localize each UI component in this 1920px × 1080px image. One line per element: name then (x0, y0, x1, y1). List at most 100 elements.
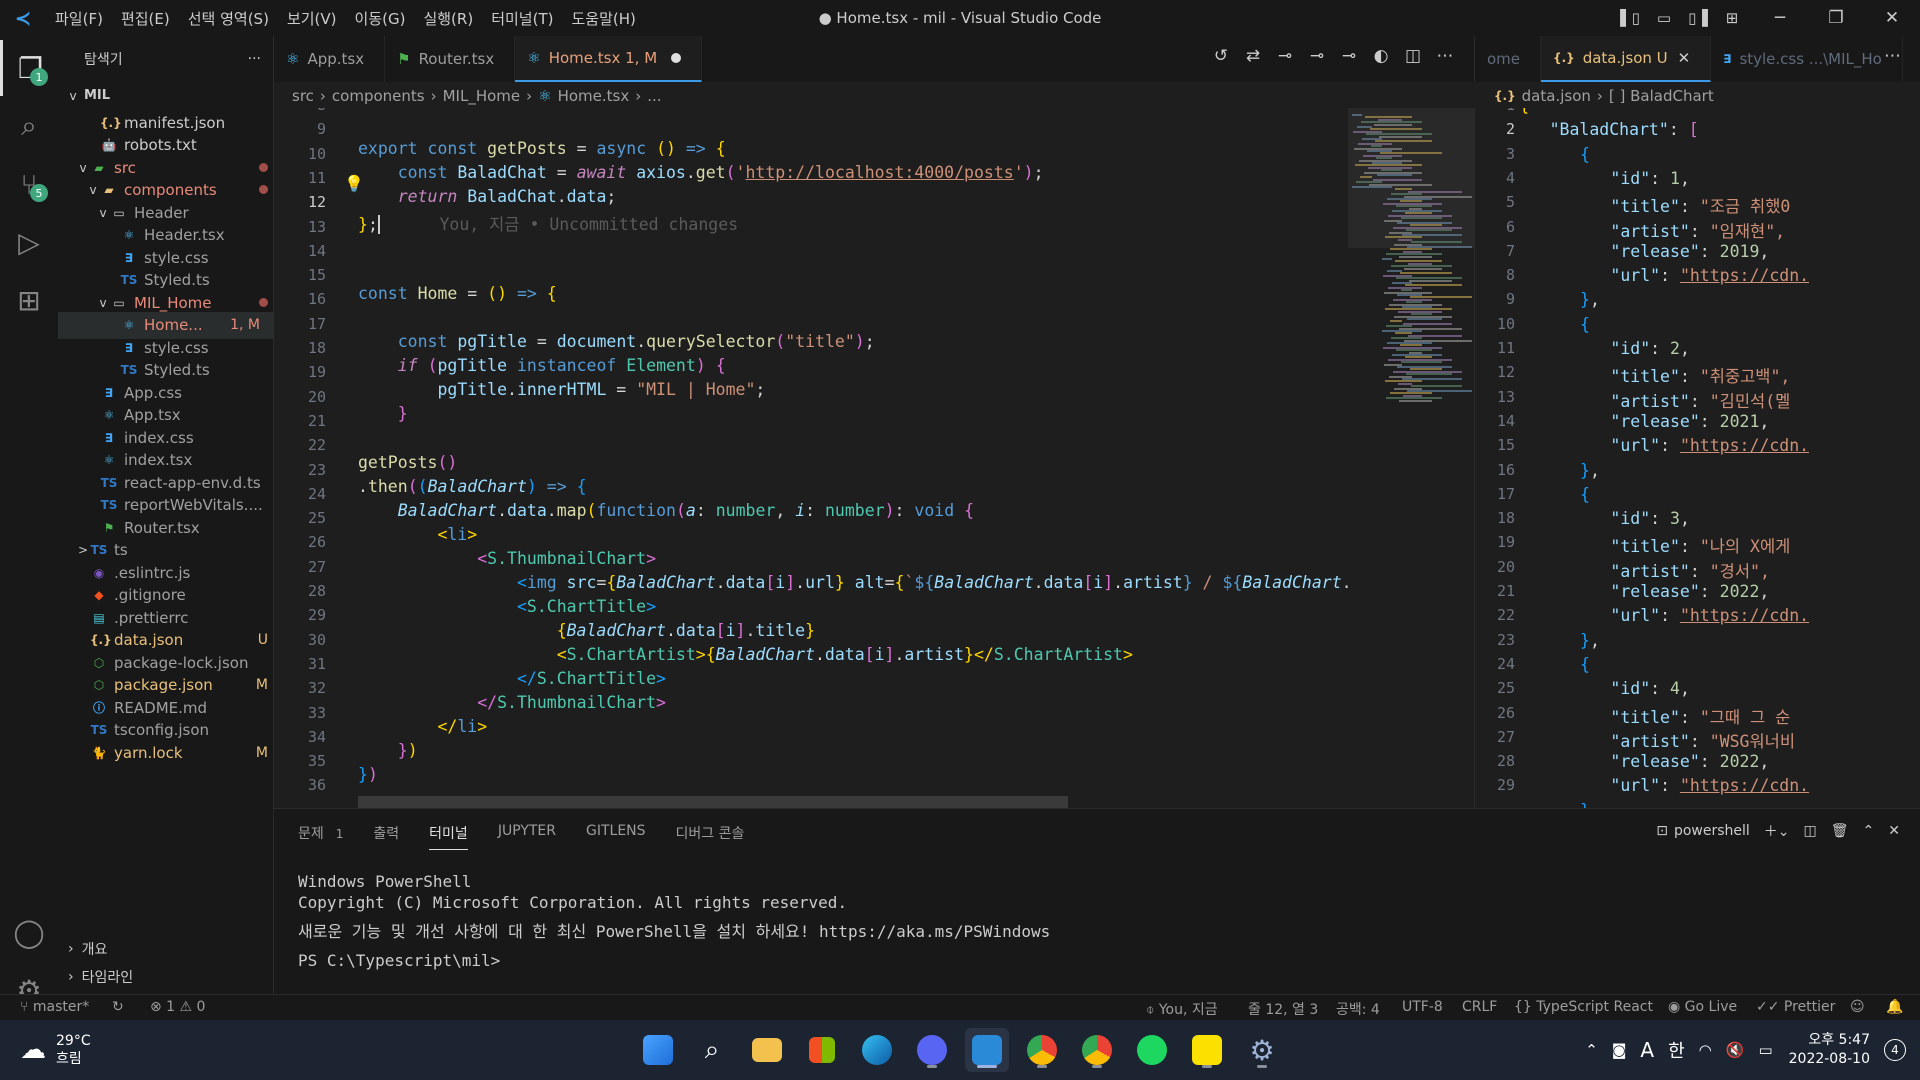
toggle-sidebar-icon[interactable]: ▌▯ (1616, 8, 1644, 28)
horizontal-scrollbar[interactable] (358, 796, 1068, 808)
settings-app-icon[interactable]: ⚙ (1240, 1028, 1284, 1072)
git-commit-icon[interactable]: ⊸ (1269, 46, 1301, 66)
weather-widget[interactable]: ☁ 29°C 흐림 (20, 1032, 91, 1068)
menu-item[interactable]: 이동(G) (346, 8, 415, 29)
more-actions-icon[interactable]: ··· (248, 51, 261, 67)
discord-tray-icon[interactable]: ◙ (1612, 1041, 1627, 1059)
panel-tab[interactable]: JUPYTER (498, 823, 556, 850)
close-icon[interactable]: ✕ (1678, 49, 1691, 67)
breadcrumb-item[interactable]: components (332, 87, 425, 105)
split-terminal-icon[interactable]: ◫ (1804, 823, 1817, 839)
menu-item[interactable]: 파일(F) (46, 8, 112, 29)
gitlens-icon[interactable]: ◐ (1365, 46, 1397, 66)
outline-section[interactable]: › 개요 (58, 936, 274, 962)
notifications-bell-icon[interactable]: 🔔 (1886, 999, 1903, 1015)
run-debug-icon[interactable]: ▷ (0, 214, 58, 270)
problems-indicator[interactable]: ⊗ 1 ⚠ 0 (150, 999, 205, 1015)
breadcrumb-item[interactable]: Home.tsx (558, 87, 630, 105)
spotify-icon[interactable] (1130, 1028, 1174, 1072)
close-window-button[interactable]: ✕ (1864, 0, 1920, 36)
maximize-panel-icon[interactable]: ⌃ (1863, 823, 1875, 839)
git-blame-status[interactable]: ⌽ You, 지금 (1146, 999, 1218, 1019)
menu-item[interactable]: 보기(V) (278, 8, 346, 29)
account-icon[interactable]: ◯ (0, 904, 58, 960)
chrome-icon[interactable] (1020, 1028, 1064, 1072)
kakaotalk-icon[interactable] (1185, 1028, 1229, 1072)
new-terminal-icon[interactable]: ＋⌄ (1764, 821, 1790, 841)
file-explorer-icon[interactable] (745, 1028, 789, 1072)
extensions-icon[interactable]: ⊞ (0, 272, 58, 328)
chevron-up-icon[interactable]: ⌃ (1585, 1041, 1598, 1059)
git-previous-icon[interactable]: ⊸ (1301, 46, 1333, 66)
chrome-profile-icon[interactable] (1075, 1028, 1119, 1072)
tab-app-tsx[interactable]: ⚛ App.tsx (274, 36, 386, 82)
notification-count[interactable]: 4 (1884, 1039, 1906, 1061)
battery-icon[interactable]: ▭ (1758, 1041, 1772, 1059)
git-next-icon[interactable]: ⊸ (1333, 46, 1365, 66)
wifi-icon[interactable]: ◠ (1699, 1041, 1712, 1059)
lightbulb-icon[interactable]: 💡 (344, 174, 364, 193)
line-ending[interactable]: CRLF (1462, 999, 1497, 1015)
minimap-slider[interactable] (1348, 108, 1474, 248)
breadcrumb-item[interactable]: data.json (1522, 87, 1591, 105)
panel-tab[interactable]: GITLENS (586, 823, 646, 850)
menu-item[interactable]: 편집(E) (112, 8, 179, 29)
panel-tab[interactable]: 터미널 (429, 823, 468, 850)
go-live-button[interactable]: ◉ Go Live (1668, 999, 1737, 1015)
start-button[interactable] (636, 1028, 680, 1072)
language-mode[interactable]: {} TypeScript React (1514, 999, 1653, 1015)
more-actions-icon[interactable]: ⋯ (1884, 46, 1901, 66)
panel-tab[interactable]: 출력 (373, 823, 399, 850)
breadcrumb-item[interactable]: MIL_Home (443, 87, 521, 105)
sync-icon[interactable]: ↻ (112, 999, 124, 1015)
shell-name[interactable]: powershell (1674, 823, 1750, 839)
restore-button[interactable]: ❐ (1808, 0, 1864, 36)
minimize-button[interactable]: ─ (1752, 0, 1808, 36)
discord-icon[interactable] (910, 1028, 954, 1072)
breadcrumb-item[interactable]: ... (647, 87, 661, 105)
menu-item[interactable]: 도움말(H) (562, 8, 644, 29)
toggle-panel-icon[interactable]: ▭ (1650, 8, 1678, 28)
menu-item[interactable]: 실행(R) (414, 8, 482, 29)
menu-item[interactable]: 터미널(T) (482, 8, 562, 29)
ime-mode[interactable]: A (1640, 1038, 1654, 1062)
panel-tab[interactable]: 문제 1 (298, 823, 343, 850)
edge-browser-icon[interactable] (855, 1028, 899, 1072)
indentation[interactable]: 공백: 4 (1336, 999, 1380, 1019)
code-editor[interactable]: 8 9 10 11 12 13 14 15 16 17 18 19 20 21 22 23 24 25 26 27 28… (274, 108, 1474, 808)
tab-home-tsx[interactable]: ⚛ Home.tsx 1, M (515, 36, 703, 82)
customize-layout-icon[interactable]: ⊞ (1718, 8, 1746, 28)
json-editor[interactable]: 1234567891011121314151617181920212223242… (1474, 108, 1920, 808)
compare-changes-icon[interactable]: ⇄ (1237, 46, 1269, 66)
search-icon[interactable]: ⌕ (0, 98, 58, 154)
more-actions-icon[interactable]: ⋯ (1429, 46, 1461, 66)
clock[interactable]: 오후 5:47 2022-08-10 (1789, 1031, 1870, 1069)
menu-item[interactable]: 선택 영역(S) (179, 8, 278, 29)
unsaved-dot-icon[interactable] (671, 53, 682, 63)
breadcrumb-item[interactable]: src (292, 87, 314, 105)
prettier-status[interactable]: ✓✓ Prettier (1756, 999, 1835, 1015)
tree-item[interactable]: 🐈 yarn.lock M (58, 739, 274, 766)
tab2-item[interactable]: {.} data.json U ✕ (1541, 36, 1712, 82)
breadcrumb-item[interactable]: [ ] BaladChart (1609, 87, 1714, 105)
store-icon[interactable] (800, 1028, 844, 1072)
split-editor-icon[interactable]: ◫ (1397, 46, 1429, 66)
cursor-position[interactable]: 줄 12, 열 3 (1248, 999, 1318, 1019)
kill-terminal-icon[interactable]: 🗑 (1831, 823, 1849, 839)
minimap[interactable] (1348, 108, 1474, 808)
panel-tab[interactable]: 디버그 콘솔 (676, 823, 745, 850)
timeline-history-icon[interactable]: ↺ (1205, 46, 1237, 66)
search-taskbar-icon[interactable]: ⌕ (690, 1028, 734, 1072)
explorer-icon[interactable]: ❐ 1 (0, 40, 58, 96)
vscode-taskbar-icon[interactable] (965, 1028, 1009, 1072)
close-panel-icon[interactable]: ✕ (1888, 823, 1900, 839)
source-control-icon[interactable]: ⑂ 5 (0, 156, 58, 212)
terminal-output[interactable]: Windows PowerShell Copyright (C) Microsof… (298, 871, 1050, 971)
tab2-item[interactable]: ome (1475, 36, 1542, 82)
tab2-item[interactable]: ∃ style.css ...\MIL_Ho (1711, 36, 1903, 82)
branch-indicator[interactable]: ⑂ master* (20, 999, 89, 1015)
timeline-section[interactable]: › 타임라인 (58, 964, 274, 990)
tab-router-tsx[interactable]: ⚑ Router.tsx (385, 36, 516, 82)
tree-root[interactable]: v MIL (58, 82, 274, 109)
encoding[interactable]: UTF-8 (1402, 999, 1443, 1015)
